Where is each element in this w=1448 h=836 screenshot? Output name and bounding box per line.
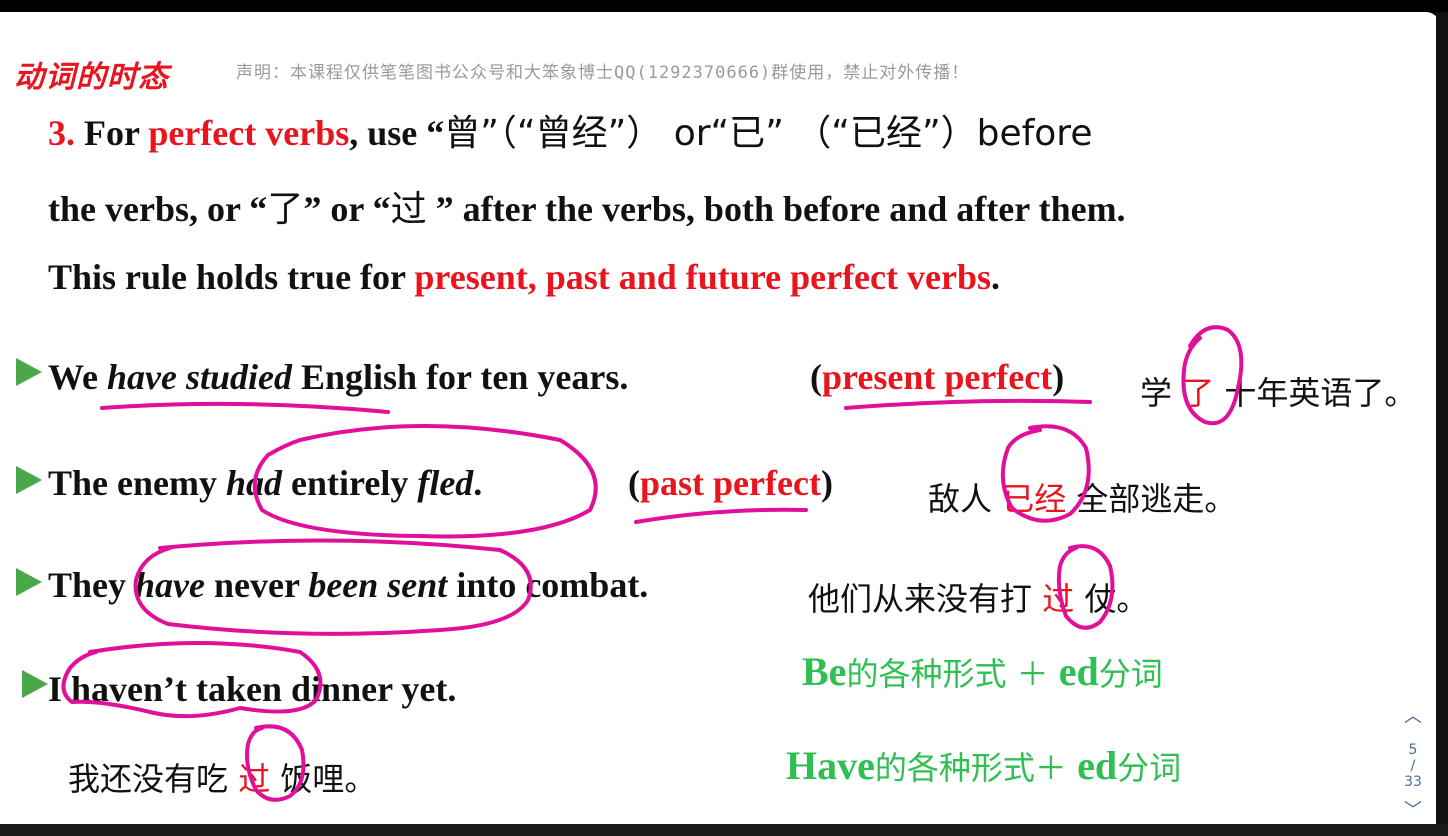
bottom-bar [0,824,1448,836]
rule-number: 3. [48,113,75,153]
example-1-sentence: We have studied English for ten years. [48,357,629,397]
rule-line-1: 3. For perfect verbs, use “曾”（“曾经”） or“已… [48,113,1093,154]
example-2-tense: (past perfect) [628,463,833,503]
copyright-notice: 声明：本课程仅供笔笔图书公众号和大笨象博士QQ(1292370666)群使用，禁… [236,63,970,83]
example-1-tense: (present perfect) [810,357,1065,397]
example-2-translation: 敌人 已经 全部逃走。 [928,480,1237,518]
page-navigator: ︿ 5 / 33 ﹀ [1396,702,1430,822]
slide: 动词的时态 声明：本课程仅供笔笔图书公众号和大笨象博士QQ(1292370666… [0,12,1440,824]
bullet-icon [16,568,42,596]
example-2-sentence: The enemy had entirely fled. [48,463,483,503]
example-3-translation: 他们从来没有打 过 仗。 [808,580,1149,618]
rule-term-perfect-tenses: present, past and future perfect verbs [414,257,991,297]
page-down-chevron-icon[interactable]: ﹀ [1396,796,1430,822]
total-pages: 33 [1404,774,1422,790]
bullet-icon [16,358,42,386]
example-1-translation: 学 了 十年英语了。 [1140,374,1417,412]
example-3-sentence: They have never been sent into combat. [48,565,649,605]
rule-line-3: This rule holds true for present, past a… [48,257,1000,297]
page-up-chevron-icon[interactable]: ︿ [1396,702,1430,728]
example-4-translation: 我还没有吃 过 饭哩。 [68,760,377,798]
rule-line-2: the verbs, or “了” or “过 ” after the verb… [48,189,1126,230]
formula-have: Have的各种形式＋ ed分词 [786,743,1182,788]
rule-term-perfect-verbs: perfect verbs [148,113,350,153]
slide-header-title: 动词的时态 [14,60,169,95]
window-edge [1436,12,1448,824]
current-page: 5 [1408,742,1418,758]
bullet-icon [22,670,48,698]
bullet-icon [16,466,42,494]
example-4-sentence: I haven’t taken dinner yet. [48,669,457,709]
formula-be: Be的各种形式 ＋ ed分词 [802,649,1163,694]
page-separator: / [1410,758,1416,774]
